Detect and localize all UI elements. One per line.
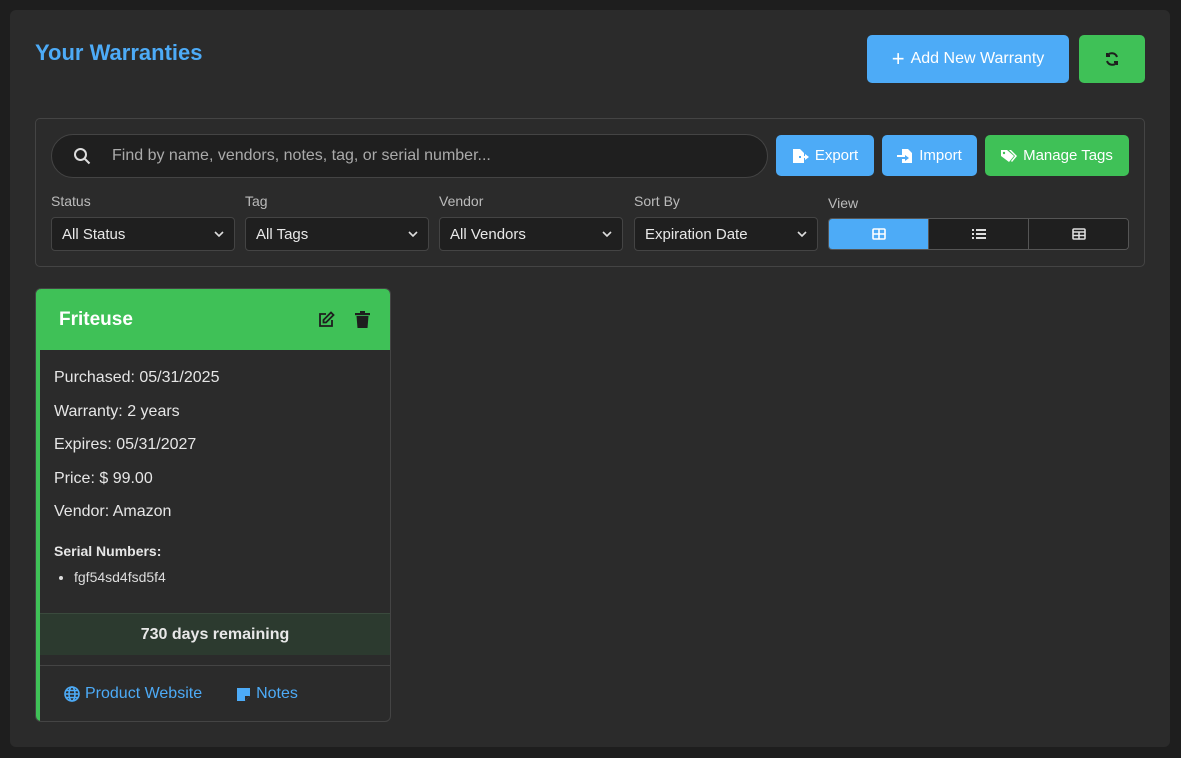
chevron-down-icon	[408, 231, 418, 237]
notes-link[interactable]: Notes	[236, 685, 298, 703]
main-panel: Your Warranties + Add New Warranty Expor…	[10, 10, 1170, 747]
purchased-date: Purchased: 05/31/2025	[54, 369, 220, 386]
sticky-note-icon	[237, 687, 251, 701]
vendor: Vendor: Amazon	[54, 503, 172, 521]
notes-label: Notes	[256, 685, 298, 702]
tags-icon	[1001, 149, 1018, 162]
days-remaining: 730 days remaining	[40, 613, 390, 655]
sort-select[interactable]: Expiration Date	[634, 217, 818, 251]
warranty-duration: Warranty: 2 years	[54, 402, 180, 420]
tag-select-value: All Tags	[256, 225, 309, 243]
view-toggle	[828, 218, 1129, 250]
serial-numbers-list: fgf54sd4fsd5f4	[54, 569, 374, 585]
product-website-label: Product Website	[85, 685, 203, 702]
file-import-icon	[897, 148, 913, 163]
refresh-icon	[1106, 52, 1118, 66]
status-filter-label: Status	[51, 193, 91, 209]
card-title: Friteuse	[59, 308, 133, 330]
filter-panel: Export Import Manage Tags Status All Sta…	[35, 118, 1145, 267]
import-label: Import	[919, 147, 962, 164]
trash-icon[interactable]	[355, 311, 370, 328]
view-grid-button[interactable]	[829, 219, 929, 249]
export-button[interactable]: Export	[776, 135, 874, 176]
serial-number-item: fgf54sd4fsd5f4	[74, 569, 374, 585]
search-input[interactable]	[112, 147, 767, 165]
card-body: Purchased: 05/31/2025 Warranty: 2 years …	[54, 367, 374, 585]
import-button[interactable]: Import	[882, 135, 977, 176]
card-footer: Product Website Notes	[40, 665, 390, 721]
vendor-select-value: All Vendors	[450, 225, 526, 243]
table-view-icon	[1071, 228, 1086, 240]
export-label: Export	[814, 147, 859, 164]
manage-tags-button[interactable]: Manage Tags	[985, 135, 1129, 176]
status-select-value: All Status	[62, 225, 126, 243]
vendor-filter-label: Vendor	[439, 193, 484, 209]
chevron-down-icon	[602, 231, 612, 237]
edit-icon[interactable]	[318, 311, 335, 328]
view-list-button[interactable]	[929, 219, 1029, 249]
add-warranty-button[interactable]: + Add New Warranty	[867, 35, 1069, 83]
chevron-down-icon	[214, 231, 224, 237]
status-select[interactable]: All Status	[51, 217, 235, 251]
file-export-icon	[792, 148, 809, 163]
manage-tags-label: Manage Tags	[1023, 147, 1113, 164]
tag-filter-label: Tag	[245, 193, 268, 209]
list-view-icon	[971, 229, 986, 239]
search-bar	[51, 134, 768, 178]
grid-view-icon	[871, 228, 886, 240]
warranty-card: Friteuse Purchased: 05/31/2025 Warranty:…	[35, 288, 391, 722]
add-warranty-label: Add New Warranty	[910, 50, 1045, 67]
tag-select[interactable]: All Tags	[245, 217, 429, 251]
view-label: View	[828, 195, 859, 211]
serial-numbers-heading: Serial Numbers:	[54, 542, 162, 559]
sort-by-label: Sort By	[634, 193, 680, 209]
card-status-accent	[36, 289, 40, 721]
card-header: Friteuse	[36, 289, 390, 350]
vendor-select[interactable]: All Vendors	[439, 217, 623, 251]
globe-icon	[64, 686, 80, 702]
price: Price: $ 99.00	[54, 469, 153, 487]
plus-icon: +	[891, 46, 905, 71]
search-icon	[52, 147, 112, 165]
chevron-down-icon	[797, 231, 807, 237]
expiration-date: Expires: 05/31/2027	[54, 436, 197, 454]
view-table-button[interactable]	[1029, 219, 1128, 249]
sort-select-value: Expiration Date	[645, 225, 748, 243]
product-website-link[interactable]: Product Website	[64, 685, 202, 703]
page-title: Your Warranties	[35, 40, 203, 65]
refresh-button[interactable]	[1079, 35, 1145, 83]
